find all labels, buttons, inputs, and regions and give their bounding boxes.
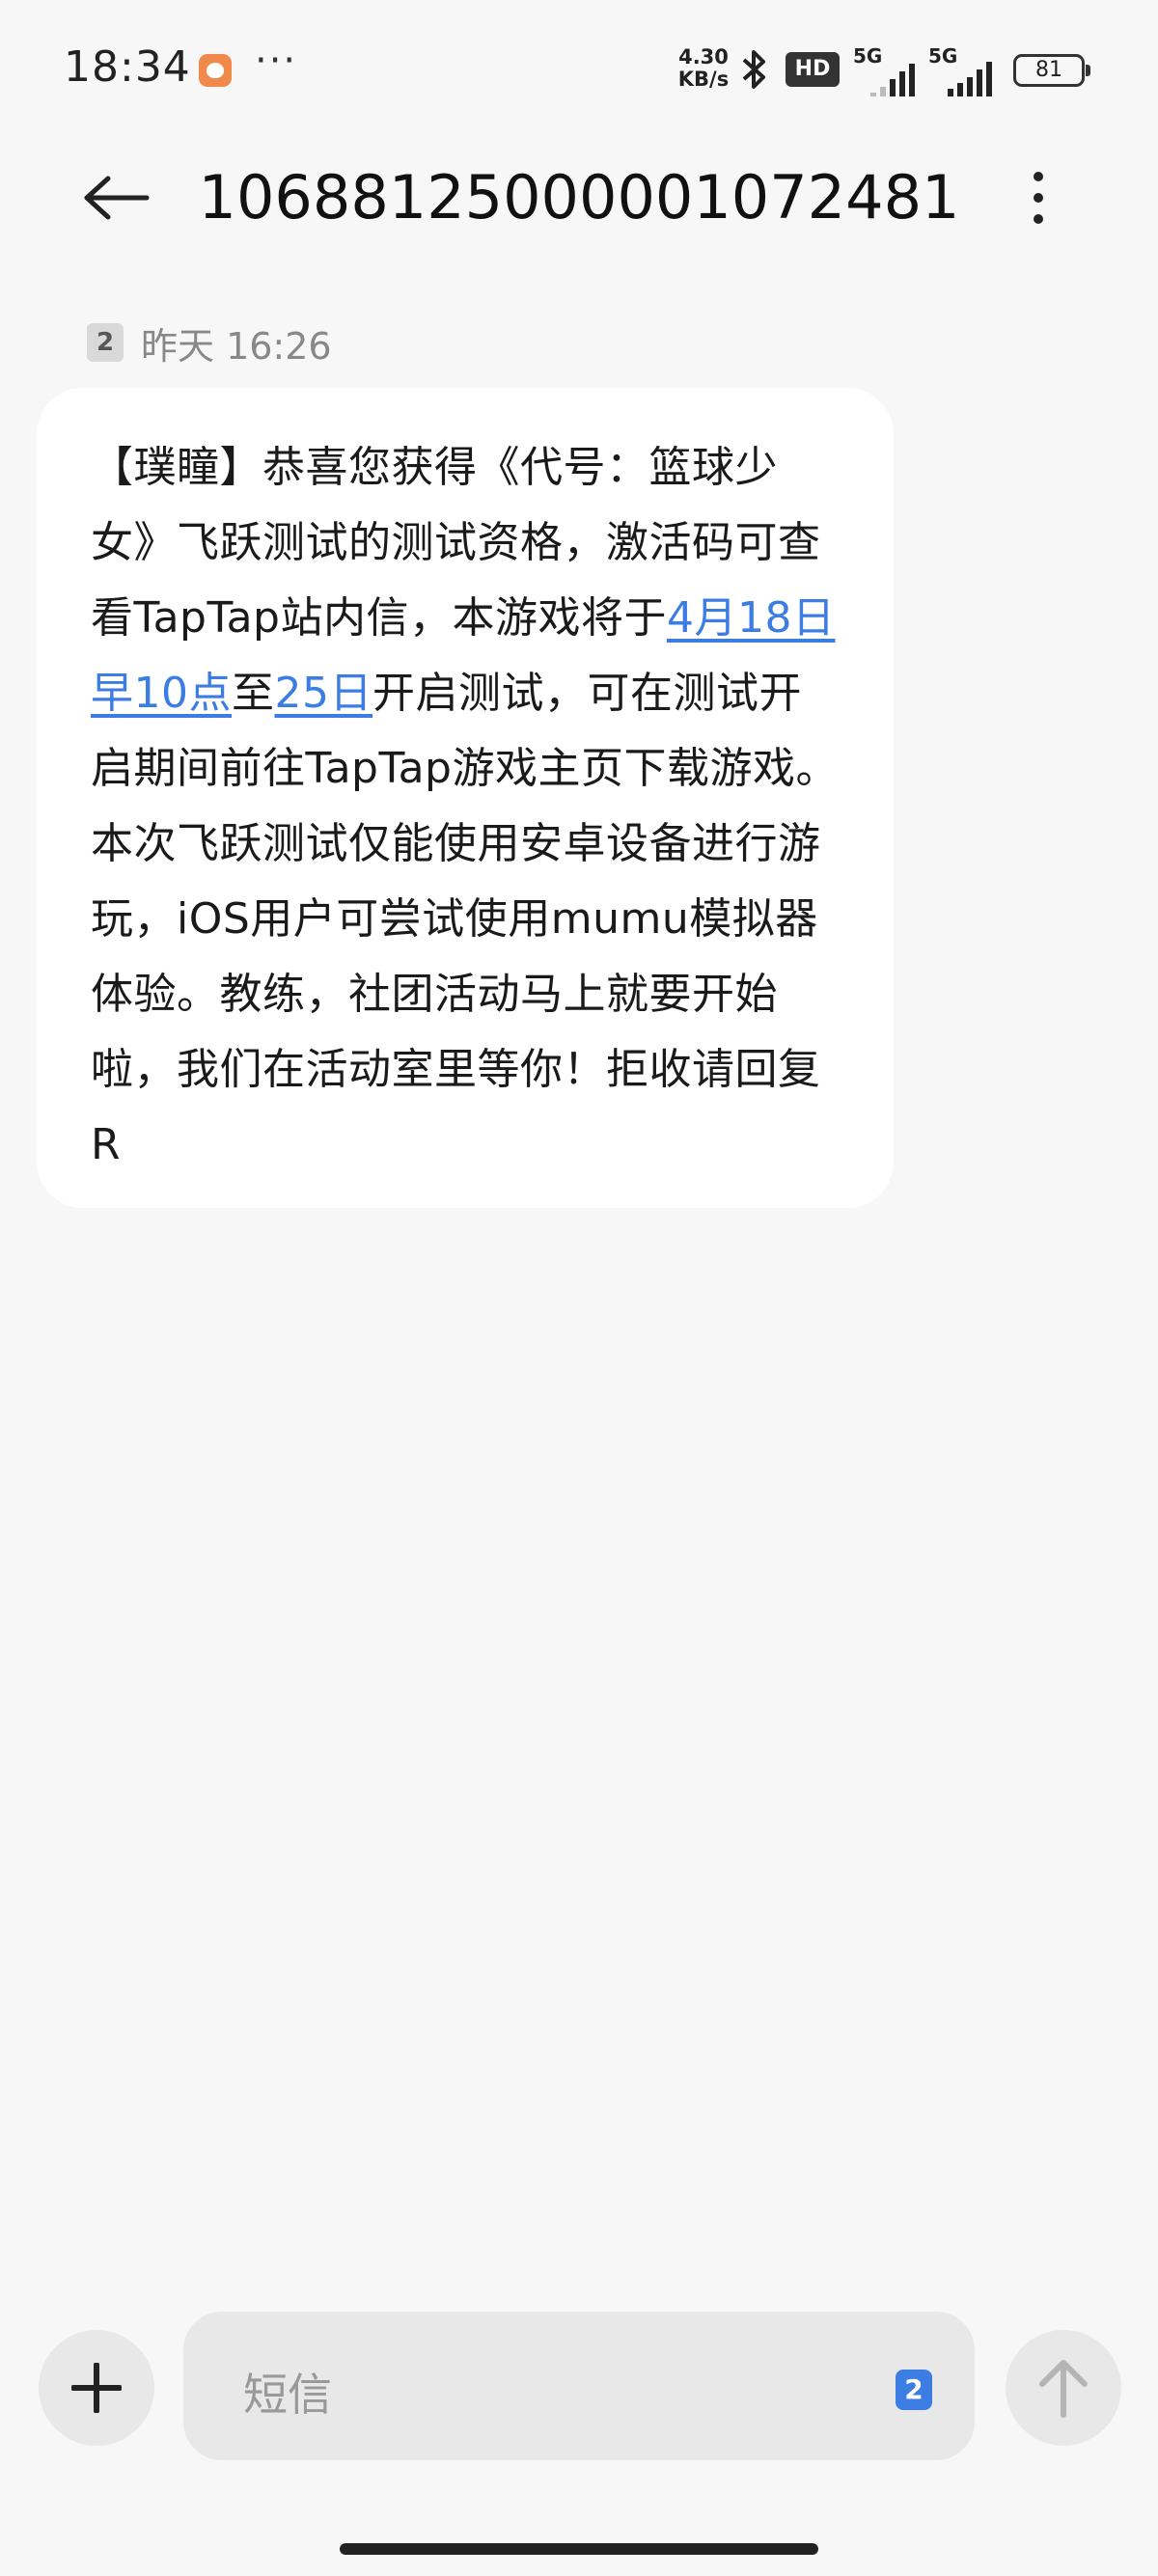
sim-selector-button[interactable]: 2: [896, 2370, 932, 2410]
status-bar: 18:34 ··· 4.30 KB/s HD 5G 5G 81: [0, 0, 1158, 135]
message-bubble[interactable]: 【璞瞳】恭喜您获得《代号：篮球少女》飞跃测试的测试资格，激活码可查看TapTap…: [37, 388, 894, 1208]
back-button[interactable]: [77, 164, 154, 232]
app-notification-icon: [199, 54, 232, 87]
hd-voice-icon: HD: [786, 52, 840, 87]
message-meta: 2 昨天 16:26: [87, 316, 332, 369]
conversation-header: 1068812500000107248​1: [0, 145, 1158, 251]
message-text-segment: 至: [232, 669, 275, 718]
send-button[interactable]: [1006, 2330, 1121, 2446]
network-speed-unit: KB/s: [677, 68, 730, 91]
bluetooth-icon: [740, 46, 769, 96]
status-time: 18:34: [64, 42, 191, 92]
message-text-segment: 开启测试，可在测试开启期间前往TapTap游戏主页下载游戏。本次飞跃测试仅能使用…: [91, 669, 839, 1169]
plus-icon: [71, 2363, 122, 2413]
back-arrow-icon: [84, 176, 150, 220]
date-link[interactable]: 25日: [275, 669, 373, 718]
message-text: 【璞瞳】恭喜您获得《代号：篮球少女》飞跃测试的测试资格，激活码可查看TapTap…: [91, 430, 840, 1183]
network-speed: 4.30 KB/s: [673, 46, 734, 91]
more-notifications-icon: ···: [255, 39, 298, 83]
arrow-up-icon: [1039, 2360, 1088, 2418]
more-vertical-icon: [1034, 172, 1043, 224]
sim-badge: 2: [87, 323, 124, 362]
message-input[interactable]: 短信 2: [183, 2312, 975, 2460]
battery-icon: 81: [1013, 54, 1090, 87]
network-speed-value: 4.30: [678, 45, 729, 69]
attach-button[interactable]: [39, 2330, 154, 2446]
home-indicator[interactable]: [340, 2543, 818, 2555]
more-options-button[interactable]: [1009, 164, 1067, 232]
message-timestamp: 昨天 16:26: [141, 324, 332, 368]
message-input-placeholder: 短信: [243, 2369, 332, 2421]
sender-number-title: 1068812500000107248​1: [198, 162, 960, 233]
